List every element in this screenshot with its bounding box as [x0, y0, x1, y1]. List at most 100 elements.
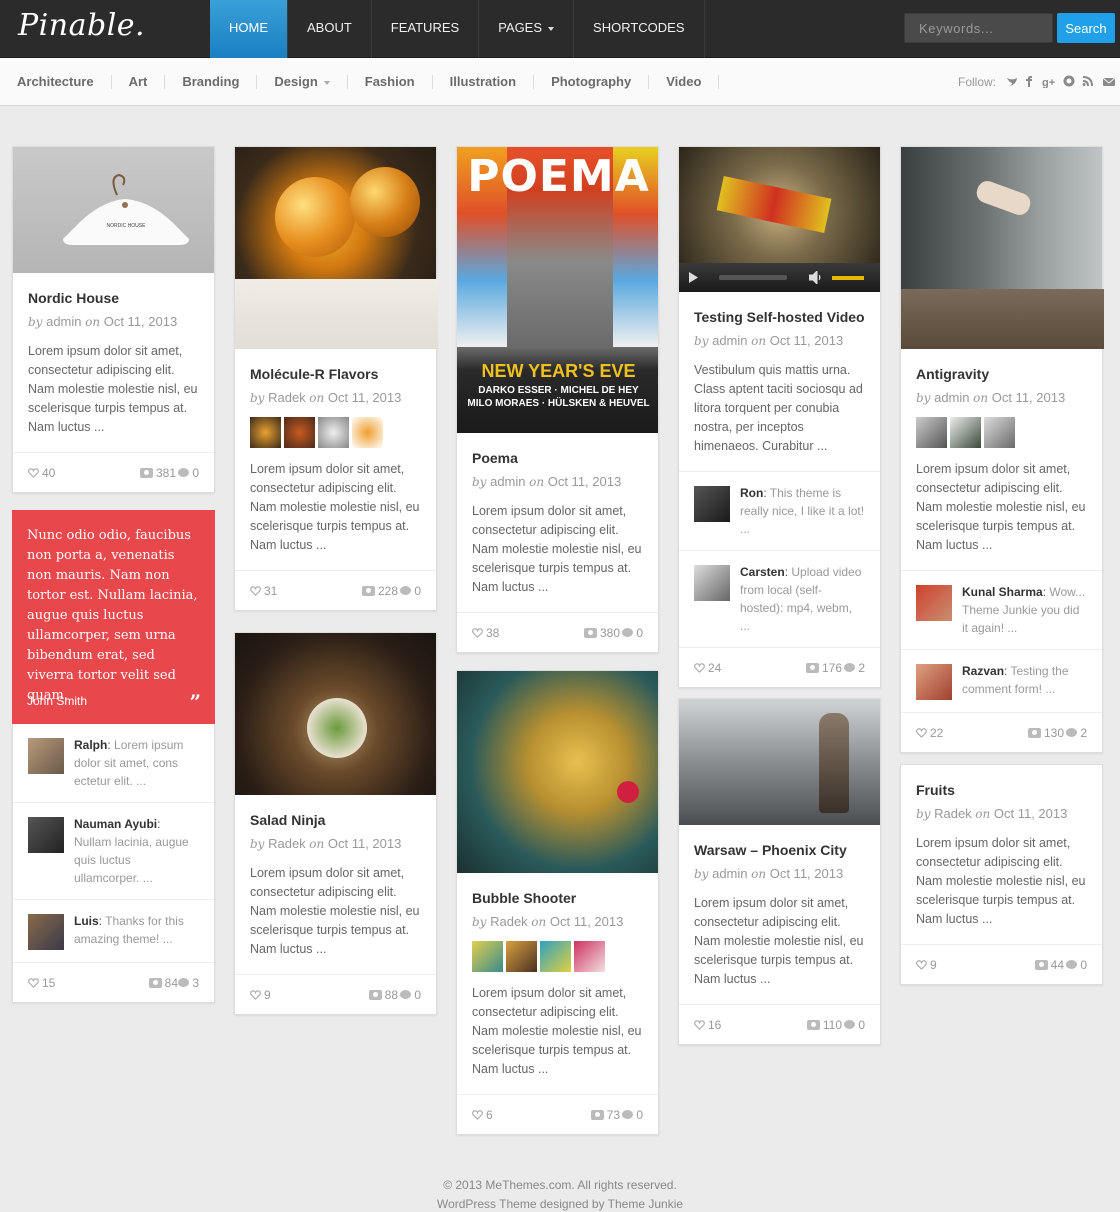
comment-count[interactable]: 0 [400, 584, 421, 598]
post-title[interactable]: Warsaw – Phoenix City [694, 842, 865, 858]
video-progress[interactable] [719, 275, 787, 280]
gallery-thumb[interactable] [950, 417, 981, 448]
post-title[interactable]: Molécule-R Flavors [250, 366, 421, 382]
like-button[interactable]: 9 [250, 988, 271, 1002]
comment-count[interactable]: 3 [178, 976, 199, 990]
avatar[interactable] [916, 664, 952, 700]
like-button[interactable]: 22 [916, 726, 943, 740]
search-input[interactable] [904, 13, 1053, 43]
post-title[interactable]: Poema [472, 450, 643, 466]
gallery-thumb[interactable] [318, 417, 349, 448]
site-logo[interactable]: Pinable. [18, 8, 145, 43]
comment-author[interactable]: Nauman Ayubi [74, 817, 157, 831]
like-button[interactable]: 6 [472, 1108, 493, 1122]
volume-level[interactable] [832, 276, 864, 280]
comment-item: Carsten: Upload video from local (self-h… [679, 550, 880, 647]
post-thumbnail[interactable]: POEMA NEW YEAR'S EVE DARKO ESSER · MICHE… [457, 147, 658, 433]
post-title[interactable]: Fruits [916, 782, 1087, 798]
post-author[interactable]: Radek [490, 914, 528, 929]
gallery-thumb[interactable] [506, 941, 537, 972]
post-author[interactable]: admin [712, 866, 747, 881]
nav-home[interactable]: HOME [210, 0, 288, 58]
avatar[interactable] [694, 486, 730, 522]
post-author[interactable]: Radek [268, 390, 306, 405]
post-thumbnail[interactable] [679, 699, 880, 825]
post-thumbnail[interactable] [235, 633, 436, 795]
avatar[interactable] [694, 565, 730, 601]
comment-count[interactable]: 2 [844, 661, 865, 675]
comment-author[interactable]: Carsten [740, 565, 785, 579]
gallery-thumb[interactable] [540, 941, 571, 972]
category-photography[interactable]: Photography [534, 75, 650, 89]
category-design[interactable]: Design [257, 75, 348, 89]
like-button[interactable]: 9 [916, 958, 937, 972]
play-icon[interactable] [689, 272, 699, 283]
category-architecture[interactable]: Architecture [0, 75, 112, 89]
site-footer: © 2013 MeThemes.com. All rights reserved… [0, 1176, 1120, 1212]
category-branding[interactable]: Branding [165, 75, 258, 89]
like-button[interactable]: 16 [694, 1018, 721, 1032]
like-button[interactable]: 24 [694, 661, 721, 675]
gallery-thumb[interactable] [284, 417, 315, 448]
comment-author[interactable]: Luis [74, 914, 99, 928]
gallery-thumb[interactable] [574, 941, 605, 972]
like-button[interactable]: 38 [472, 626, 499, 640]
post-thumbnail[interactable]: NORDIC HOUSE [13, 147, 214, 273]
avatar[interactable] [28, 738, 64, 774]
nav-about[interactable]: ABOUT [288, 0, 372, 58]
comment-count[interactable]: 0 [400, 988, 421, 1002]
post-thumbnail[interactable] [901, 147, 1104, 349]
heart-icon [694, 663, 705, 673]
post-title[interactable]: Salad Ninja [250, 812, 421, 828]
avatar[interactable] [916, 585, 952, 621]
nav-shortcodes[interactable]: SHORTCODES [574, 0, 705, 58]
comment-count[interactable]: 0 [1066, 958, 1087, 972]
comment-icon [1066, 728, 1078, 737]
nav-features[interactable]: FEATURES [372, 0, 480, 58]
post-date: Oct 11, 2013 [327, 390, 402, 405]
comment-author[interactable]: Razvan [962, 664, 1004, 678]
post-thumbnail[interactable] [235, 147, 438, 349]
gallery-thumb[interactable] [352, 417, 383, 448]
post-author[interactable]: Radek [268, 836, 306, 851]
search-button[interactable]: Search [1057, 13, 1115, 43]
post-author[interactable]: admin [934, 390, 969, 405]
quote-post[interactable]: Nunc odio odio, faucibus non porta a, ve… [12, 510, 215, 724]
post-stats: 40 381 0 [13, 452, 214, 492]
comment-count[interactable]: 0 [178, 466, 199, 480]
post-author[interactable]: Radek [934, 806, 972, 821]
video-controls [679, 263, 880, 292]
post-title[interactable]: Nordic House [28, 290, 199, 306]
post-author[interactable]: admin [46, 314, 81, 329]
comment-count[interactable]: 0 [622, 1108, 643, 1122]
comment-count[interactable]: 0 [844, 1018, 865, 1032]
category-video[interactable]: Video [649, 75, 720, 89]
comment-count[interactable]: 2 [1066, 726, 1087, 740]
like-button[interactable]: 40 [28, 466, 55, 480]
comment-author[interactable]: Ron [740, 486, 763, 500]
nav-pages[interactable]: PAGES [479, 0, 575, 58]
photo-count: 73 [590, 1108, 620, 1122]
category-art[interactable]: Art [112, 75, 166, 89]
gallery-thumb[interactable] [916, 417, 947, 448]
avatar[interactable] [28, 817, 64, 853]
comment-author[interactable]: Kunal Sharma [962, 585, 1043, 599]
category-fashion[interactable]: Fashion [348, 75, 433, 89]
volume-icon[interactable] [809, 271, 823, 284]
post-title[interactable]: Bubble Shooter [472, 890, 643, 906]
gallery-thumb[interactable] [984, 417, 1015, 448]
avatar[interactable] [28, 914, 64, 950]
video-poster[interactable] [679, 147, 880, 263]
comment-author[interactable]: Ralph [74, 738, 107, 752]
post-title[interactable]: Testing Self-hosted Video [694, 309, 865, 325]
post-author[interactable]: admin [490, 474, 525, 489]
like-button[interactable]: 31 [250, 584, 277, 598]
post-author[interactable]: admin [712, 333, 747, 348]
category-illustration[interactable]: Illustration [433, 75, 535, 89]
gallery-thumb[interactable] [250, 417, 281, 448]
comment-count[interactable]: 0 [622, 626, 643, 640]
post-thumbnail[interactable] [457, 671, 658, 873]
gallery-thumb[interactable] [472, 941, 503, 972]
like-button[interactable]: 15 [28, 976, 55, 990]
post-title[interactable]: Antigravity [916, 366, 1087, 382]
